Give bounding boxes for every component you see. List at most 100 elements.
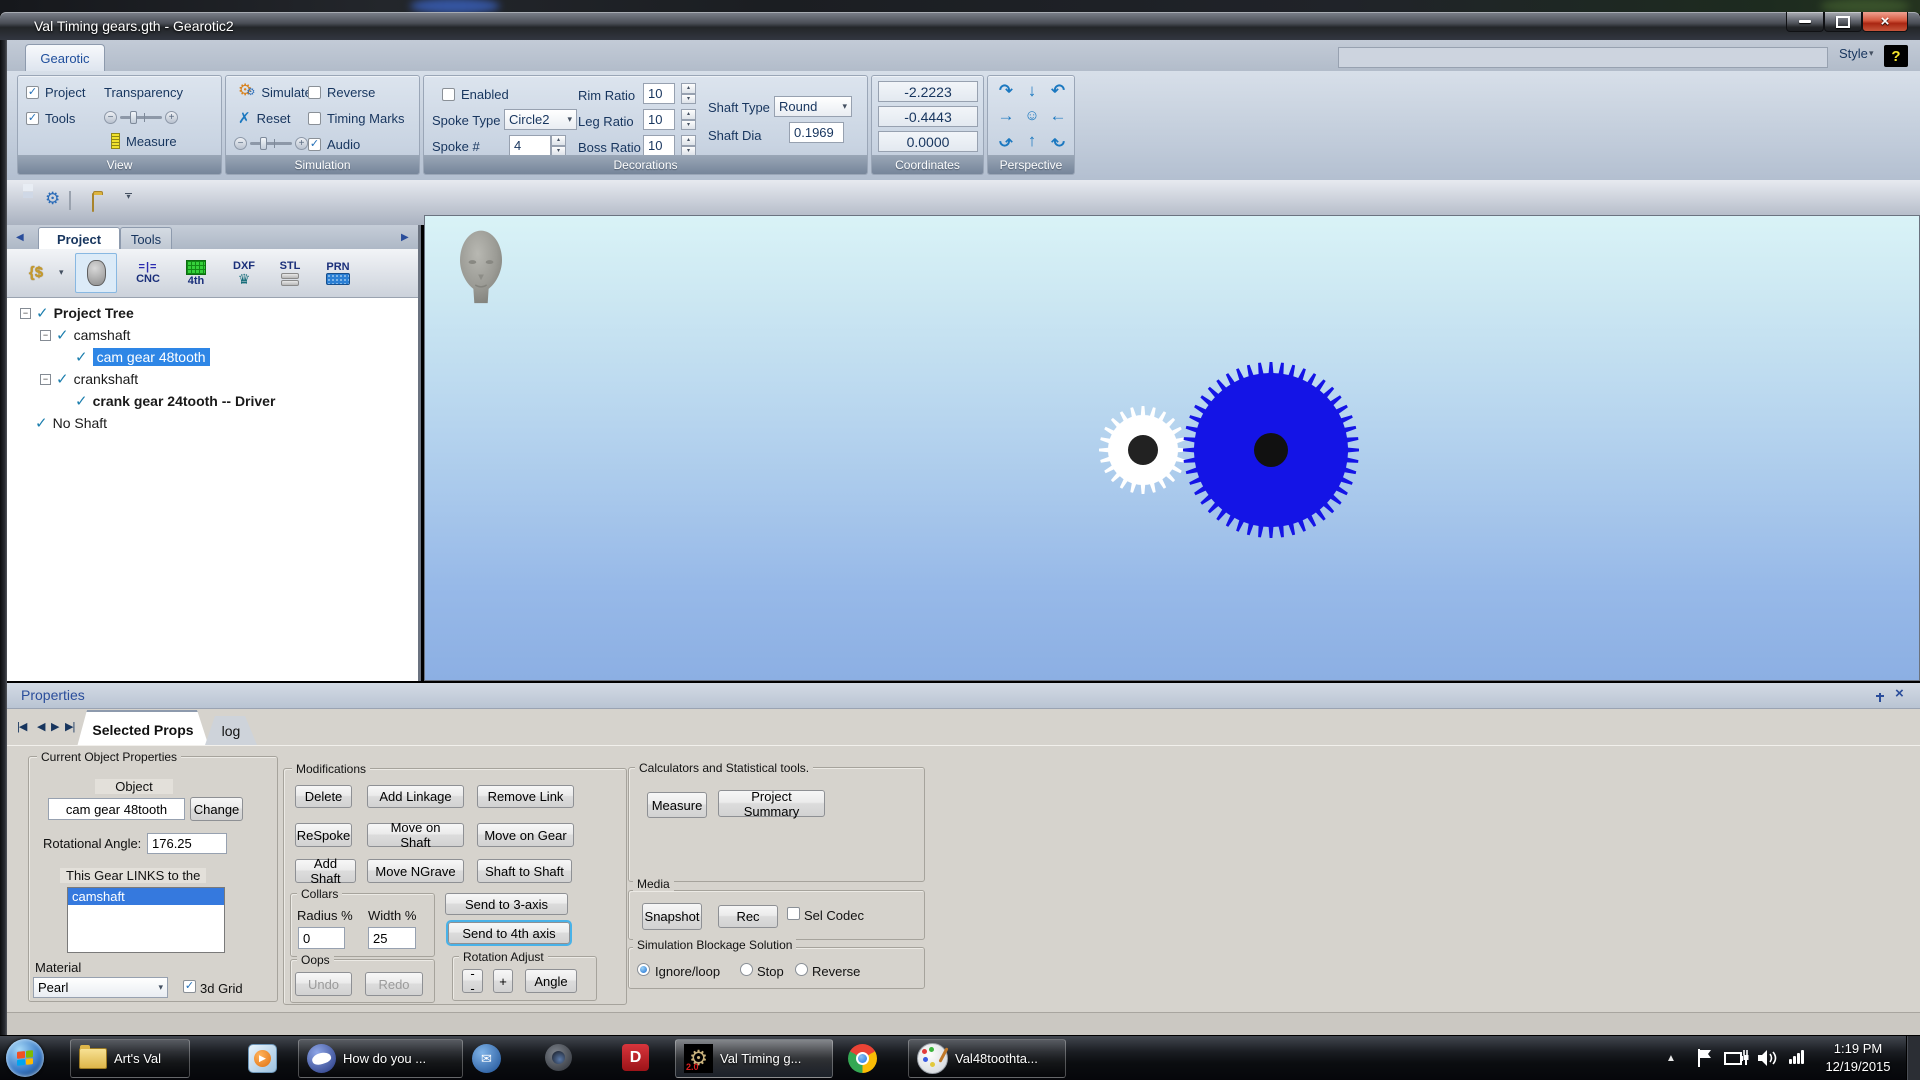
slider-minus-button[interactable]: − — [104, 111, 117, 124]
leg-ratio-spinner[interactable]: ▴▾ — [681, 109, 696, 130]
tray-clock[interactable]: 1:19 PM 12/19/2015 — [1812, 1040, 1904, 1076]
redo-button[interactable]: Redo — [365, 972, 423, 996]
tree-row[interactable]: ✓ No Shaft — [35, 413, 107, 433]
style-input[interactable] — [1338, 47, 1828, 68]
rotate-cw-icon[interactable]: ↷ — [993, 78, 1019, 103]
pan-left-icon[interactable]: ← — [1045, 103, 1071, 128]
prn-export-button[interactable]: PRN — [317, 253, 359, 293]
tree-expander-icon[interactable]: − — [40, 330, 51, 341]
cnc-button[interactable]: =|= CNC — [127, 253, 169, 293]
start-button[interactable] — [6, 1039, 44, 1077]
show-desktop-button[interactable] — [1906, 1036, 1920, 1080]
minimize-button[interactable] — [1786, 12, 1824, 32]
help-button[interactable]: ? — [1884, 45, 1908, 67]
boss-ratio-spinner[interactable]: ▴▾ — [681, 135, 696, 156]
shaft-to-shaft-button[interactable]: Shaft to Shaft — [477, 859, 572, 883]
script-braces-button[interactable]: {$ — [19, 253, 53, 293]
gear-canvas[interactable] — [425, 216, 1919, 680]
boss-ratio-input[interactable]: 10 — [643, 135, 675, 156]
tray-expand-icon[interactable]: ▲ — [1666, 1053, 1676, 1064]
tree-expander-icon[interactable]: − — [40, 374, 51, 385]
radio-reverse[interactable] — [795, 963, 808, 976]
delete-button[interactable]: Delete — [295, 785, 352, 808]
radio-stop[interactable] — [740, 963, 753, 976]
rim-ratio-input[interactable]: 10 — [643, 83, 675, 104]
tree-item-crankshaft[interactable]: crankshaft — [74, 371, 139, 387]
tree-item-crank-gear[interactable]: crank gear 24tooth -- Driver — [93, 393, 276, 409]
width-percent-input[interactable]: 25 — [368, 927, 416, 949]
rim-ratio-spinner[interactable]: ▴▾ — [681, 83, 696, 104]
pan-right-icon[interactable]: → — [993, 103, 1019, 128]
tree-item-camshaft[interactable]: camshaft — [74, 327, 131, 343]
head-model[interactable] — [451, 222, 511, 327]
slider-thumb[interactable] — [130, 111, 137, 124]
spoke-type-dropdown[interactable]: Circle2 ▾ — [504, 109, 577, 130]
tree-row[interactable]: − ✓ Project Tree — [20, 303, 134, 323]
move-on-gear-button[interactable]: Move on Gear — [477, 823, 574, 847]
timing-marks-checkbox-row[interactable]: Timing Marks — [308, 111, 405, 126]
tree-row[interactable]: ✓ crank gear 24tooth -- Driver — [75, 391, 275, 411]
reverse-checkbox-row[interactable]: Reverse — [308, 85, 375, 100]
audio-checkbox-row[interactable]: ✓ Audio — [308, 137, 360, 152]
fourth-axis-button[interactable]: 4th — [175, 253, 217, 293]
rotate-angle-button[interactable]: Angle — [525, 969, 577, 993]
list-item-camshaft[interactable]: camshaft — [68, 888, 224, 905]
slider-plus-button[interactable]: + — [295, 137, 308, 150]
object-name-input[interactable]: cam gear 48tooth — [48, 798, 185, 820]
grid-checkbox[interactable]: ✓ — [183, 980, 196, 993]
snapshot-button[interactable]: Snapshot — [642, 903, 702, 930]
dxf-export-button[interactable]: DXF ♛ — [223, 253, 265, 293]
rec-button[interactable]: Rec — [718, 905, 778, 928]
move-ngrave-button[interactable]: Move NGrave — [367, 859, 464, 883]
reverse-checkbox[interactable] — [308, 86, 321, 99]
volume-icon[interactable] — [1757, 1049, 1779, 1067]
task-gearotic[interactable]: ⚙2.0 Val Timing g... — [675, 1039, 833, 1078]
slider-minus-button[interactable]: − — [234, 137, 247, 150]
rotate-plus-button[interactable]: + — [493, 969, 513, 993]
close-panel-icon[interactable]: × — [1895, 685, 1904, 702]
tab-project[interactable]: Project — [38, 227, 120, 250]
radius-percent-input[interactable]: 0 — [298, 927, 345, 949]
change-button[interactable]: Change — [190, 797, 243, 821]
project-checkbox[interactable]: ✓ — [26, 86, 39, 99]
enabled-checkbox[interactable] — [442, 88, 455, 101]
rotate-ccw-icon[interactable]: ↶ — [1045, 78, 1071, 103]
leg-ratio-input[interactable]: 10 — [643, 109, 675, 130]
tree-item-no-shaft[interactable]: No Shaft — [53, 415, 107, 431]
tools-checkbox[interactable]: ✓ — [26, 112, 39, 125]
power-battery-icon[interactable] — [1724, 1049, 1750, 1067]
tab-scroll-left-icon[interactable]: ◀ — [16, 232, 24, 243]
respoke-button[interactable]: ReSpoke — [295, 823, 352, 847]
tab-log[interactable]: log — [205, 716, 257, 745]
nav-last-icon[interactable]: ▶| — [65, 720, 74, 733]
draftsight-button[interactable]: D — [622, 1044, 649, 1071]
tab-scroll-right-icon[interactable]: ▶ — [401, 232, 409, 243]
nav-prev-icon[interactable]: ◀ — [37, 720, 44, 733]
spoke-count-spinner[interactable]: ▴▾ — [551, 135, 566, 156]
nav-first-icon[interactable]: |◀ — [17, 720, 26, 733]
audio-checkbox[interactable]: ✓ — [308, 138, 321, 151]
rotational-angle-input[interactable]: 176.25 — [147, 833, 227, 854]
toolbar-options-button[interactable]: ▾ — [125, 193, 132, 199]
tree-expander-icon[interactable]: − — [20, 308, 31, 319]
open-button[interactable] — [92, 194, 94, 212]
enabled-checkbox-row[interactable]: Enabled — [442, 87, 509, 102]
thunderbird-button[interactable]: ✉ — [472, 1044, 501, 1073]
slider-track[interactable] — [120, 116, 162, 119]
action-center-flag-icon[interactable] — [1696, 1048, 1714, 1068]
tree-row[interactable]: − ✓ camshaft — [40, 325, 130, 345]
maximize-button[interactable] — [1824, 12, 1862, 32]
media-player-button[interactable]: ▶ — [248, 1044, 277, 1073]
shaft-type-dropdown[interactable]: Round ▾ — [774, 96, 852, 117]
send-to-3axis-button[interactable]: Send to 3-axis — [445, 893, 568, 915]
tree-row[interactable]: − ✓ crankshaft — [40, 369, 138, 389]
chrome-button[interactable] — [848, 1044, 877, 1073]
title-bar[interactable]: Val Timing gears.gth - Gearotic2 × — [0, 12, 1920, 40]
shaft-dia-input[interactable]: 0.1969 — [789, 122, 844, 143]
task-paint[interactable]: Val48toothta... — [908, 1039, 1066, 1078]
measure-button-props[interactable]: Measure — [647, 792, 707, 818]
new-project-button[interactable] — [69, 192, 71, 210]
measure-button[interactable]: Measure — [111, 133, 177, 149]
stl-export-button[interactable]: STL — [269, 253, 311, 293]
reset-view-icon[interactable]: ☺ — [1019, 103, 1045, 128]
